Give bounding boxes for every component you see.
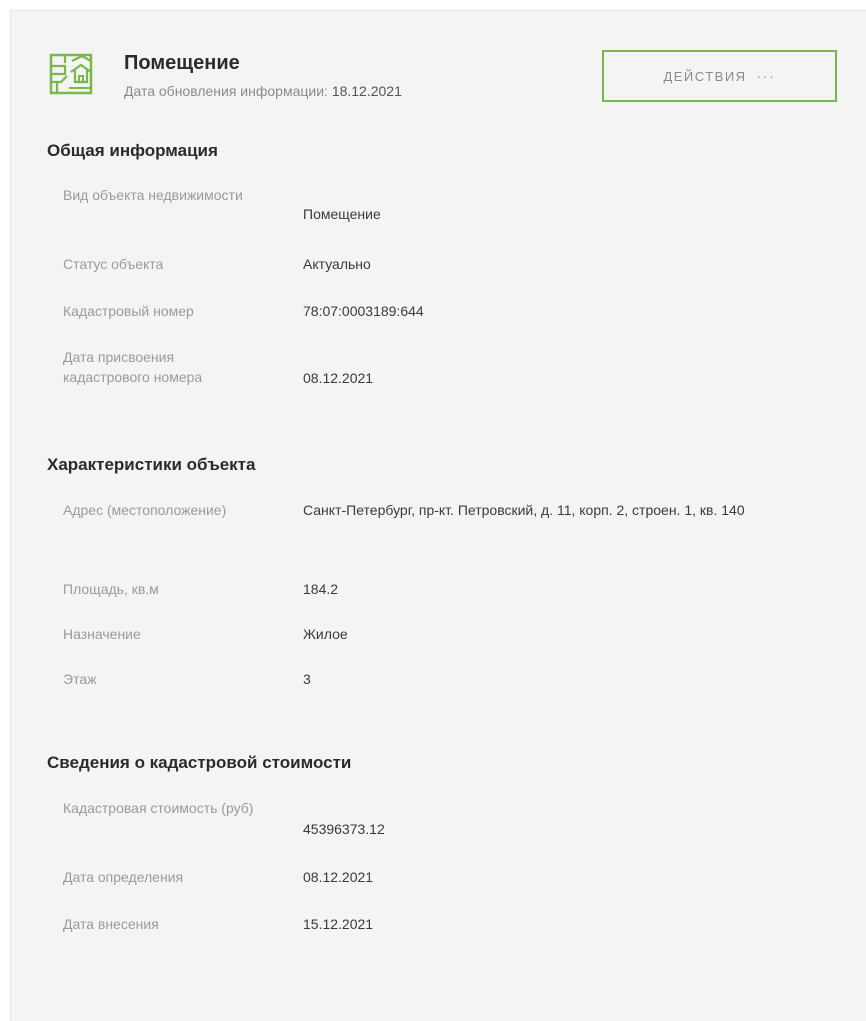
value-entry-date: 15.12.2021 [303,916,374,932]
object-title: Помещение [124,52,240,74]
label-determination-date: Дата определения [63,869,184,885]
label-object-type: Вид объекта недвижимости [63,187,243,203]
actions-button[interactable]: действия ··· [602,50,837,102]
value-cadastral-value: 45396373.12 [303,821,385,837]
value-area: 184.2 [303,581,339,597]
update-date-value: 18.12.2021 [331,83,402,99]
label-cadastral-number: Кадастровый номер [63,303,194,319]
update-date-label: Дата обновления информации: [124,83,328,99]
label-cadastral-number-date: Дата присвоения кадастрового номера [63,349,203,385]
value-object-status: Актуально [303,256,371,272]
value-purpose: Жилое [303,626,348,642]
value-floor: 3 [303,671,311,687]
value-determination-date: 08.12.2021 [303,869,374,885]
actions-button-label: действия [663,68,747,84]
label-area: Площадь, кв.м [63,581,159,597]
value-object-type: Помещение [303,206,381,222]
value-cadastral-number: 78:07:0003189:644 [303,303,424,319]
label-floor: Этаж [63,671,97,687]
value-address: Санкт-Петербург, пр-кт. Петровский, д. 1… [303,502,745,518]
value-cadastral-number-date: 08.12.2021 [303,370,374,386]
more-dots-icon: ··· [756,68,776,84]
label-cadastral-value: Кадастровая стоимость (руб) [63,800,254,816]
label-entry-date: Дата внесения [63,916,159,932]
building-plan-icon [49,53,93,95]
section-title-characteristics: Характеристики объекта [47,455,256,474]
section-title-cadastral-value: Сведения о кадастровой стоимости [47,753,352,772]
property-card: Помещение Дата обновления информации: 18… [10,10,866,1021]
section-title-general: Общая информация [47,141,218,160]
update-date-line: Дата обновления информации: 18.12.2021 [124,83,402,99]
label-address: Адрес (местоположение) [63,502,227,518]
label-purpose: Назначение [63,626,141,642]
label-object-status: Статус объекта [63,256,164,272]
